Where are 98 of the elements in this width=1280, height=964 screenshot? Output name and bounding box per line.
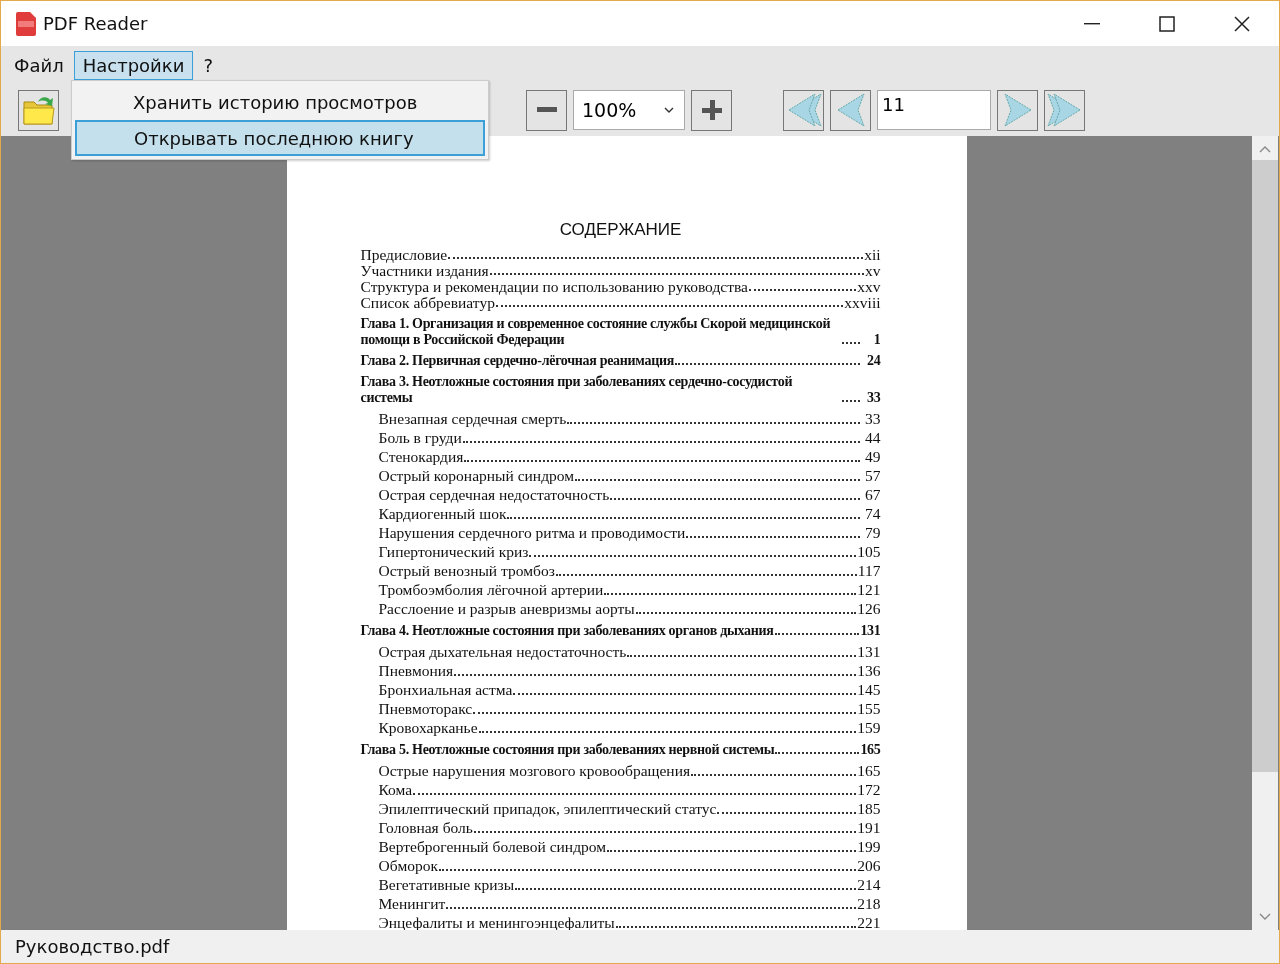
toc-heading: СОДЕРЖАНИЕ [558, 220, 683, 240]
toc-entry: Предисловие [360, 247, 448, 263]
page-number: 165 [857, 761, 881, 780]
page-number: 24 [866, 353, 881, 369]
page-number: 67 [864, 485, 881, 504]
chevron-down-icon [664, 107, 674, 113]
toc-entry: Глава 1. Организация и современное состояние службы Скорой медицинской помощи в Российской Федерации [360, 316, 832, 348]
page-number: 57 [864, 466, 881, 485]
page-number: 131 [860, 623, 881, 639]
page-number: xv [865, 263, 881, 279]
leader-line [841, 342, 860, 344]
menu-item[interactable]: Хранить историю просмотров [75, 84, 485, 120]
page-number: 131 [857, 642, 881, 661]
toc-entry: Вертеброгенный болевой синдром [378, 837, 607, 856]
previous-page-button[interactable] [830, 89, 871, 131]
page-number: 33 [866, 390, 881, 406]
page-number: 74 [864, 504, 881, 523]
zoom-out-button[interactable] [526, 89, 567, 131]
plus-icon [701, 100, 722, 120]
toc-entry: Внезапная сердечная смерть [378, 409, 567, 428]
toc-entry: Глава 5. Неотложные состояния при заболеваниях нервной системы [360, 742, 775, 758]
page-number: 165 [860, 742, 881, 758]
toc-entry: Глава 4. Неотложные состояния при заболеваниях органов дыхания [360, 623, 774, 639]
maximize-icon [1158, 15, 1175, 32]
toc-entry: Острая дыхательная недостаточность [378, 642, 627, 661]
toc-entry: Кардиогенный шок [378, 504, 507, 523]
page-number: 172 [857, 780, 881, 799]
zoom-dropdown[interactable]: 100% [573, 90, 685, 130]
menu-item[interactable]: ? [194, 50, 222, 80]
toc-entry: Острый коронарный синдром [378, 466, 575, 485]
toc-entry: Стенокардия [378, 447, 464, 466]
toc-entry: Эпилептический припадок, эпилептический статус [378, 799, 717, 818]
toc-entry: Острые нарушения мозгового кровообращения [378, 761, 691, 780]
page-number: 105 [857, 542, 881, 561]
toc-entry: Головная боль [378, 818, 473, 837]
page-number: 199 [857, 837, 881, 856]
page-number: 136 [857, 661, 881, 680]
toc-entry: Вегетативные кризы [378, 875, 515, 894]
toc-entry: Пневмоторакс [378, 699, 473, 718]
page-number: xii [864, 247, 881, 263]
toc-entry: Структура и рекомендации по использованию руководства [360, 279, 748, 295]
page-number: 44 [864, 428, 881, 447]
next-page-button[interactable] [997, 89, 1038, 131]
close-icon [1233, 15, 1250, 32]
menu-item[interactable]: Открывать последнюю книгу [75, 120, 485, 156]
toc-entry: Острый венозный тромбоз [378, 561, 555, 580]
page-number: 221 [857, 913, 881, 930]
minus-icon [536, 107, 557, 113]
first-page-button[interactable] [783, 89, 824, 131]
zoom-in-button[interactable] [691, 89, 732, 131]
page-number: xxviii [844, 295, 881, 311]
scroll-down-icon[interactable] [1258, 912, 1272, 922]
page-number: 214 [857, 875, 881, 894]
page-number: 206 [857, 856, 881, 875]
page-number: 155 [857, 699, 881, 718]
folder-icon [21, 94, 56, 126]
toc-entry: Менингит [378, 894, 446, 913]
page-number: 121 [857, 580, 881, 599]
page-number: 117 [857, 561, 881, 580]
page-number: 33 [864, 409, 881, 428]
page-number: 49 [864, 447, 881, 466]
toc-entry: Обморок [378, 856, 439, 875]
toc-entry: Нарушения сердечного ритма и проводимости [378, 523, 686, 542]
page-number: xxv [857, 279, 881, 295]
open-file-button[interactable] [18, 89, 59, 131]
page-number: 79 [864, 523, 881, 542]
toc-entry: Тромбоэмболия лёгочной артерии [378, 580, 604, 599]
page-number: 191 [857, 818, 881, 837]
page-number-field[interactable]: 11 [877, 90, 991, 130]
scrollbar-thumb[interactable] [1252, 160, 1278, 772]
menu-item[interactable]: Настройки [73, 50, 194, 80]
toc-entry: Кома [378, 780, 413, 799]
toc-entry: Кровохарканье [378, 718, 478, 737]
toc-entry: Гипертонический криз [378, 542, 529, 561]
pdf-app-icon [15, 11, 37, 36]
minimize-icon [1083, 22, 1100, 25]
window-title: PDF Reader [43, 13, 148, 34]
menu-item[interactable]: Файл [5, 50, 73, 80]
toc-entry: Расслоение и разрыв аневризмы аорты [378, 599, 635, 618]
page-number: 145 [857, 680, 881, 699]
page-number: 1 [872, 332, 881, 348]
toc-entry: Список аббревиатур [360, 295, 495, 311]
leader-line [841, 400, 860, 402]
toc-entry: Глава 3. Неотложные состояния при заболеваниях сердечно-сосудистой системы [360, 374, 794, 406]
page-number: 185 [857, 799, 881, 818]
toc-entry: Участники издания [360, 263, 489, 279]
status-text: Руководство.pdf [15, 936, 170, 957]
page-number: 159 [857, 718, 881, 737]
page-number: 218 [857, 894, 881, 913]
toc-entry: Пневмония [378, 661, 454, 680]
scroll-up-icon[interactable] [1258, 144, 1272, 154]
last-page-button[interactable] [1044, 89, 1085, 131]
toc-entry: Бронхиальная астма [378, 680, 513, 699]
scrollbar[interactable] [1252, 136, 1278, 930]
toc-entry: Боль в груди [378, 428, 462, 447]
toc-entry: Глава 2. Первичная сердечно-лёгочная реанимация [360, 353, 674, 369]
page-number: 126 [857, 599, 881, 618]
toc-entry: Острая сердечная недостаточность [378, 485, 610, 504]
